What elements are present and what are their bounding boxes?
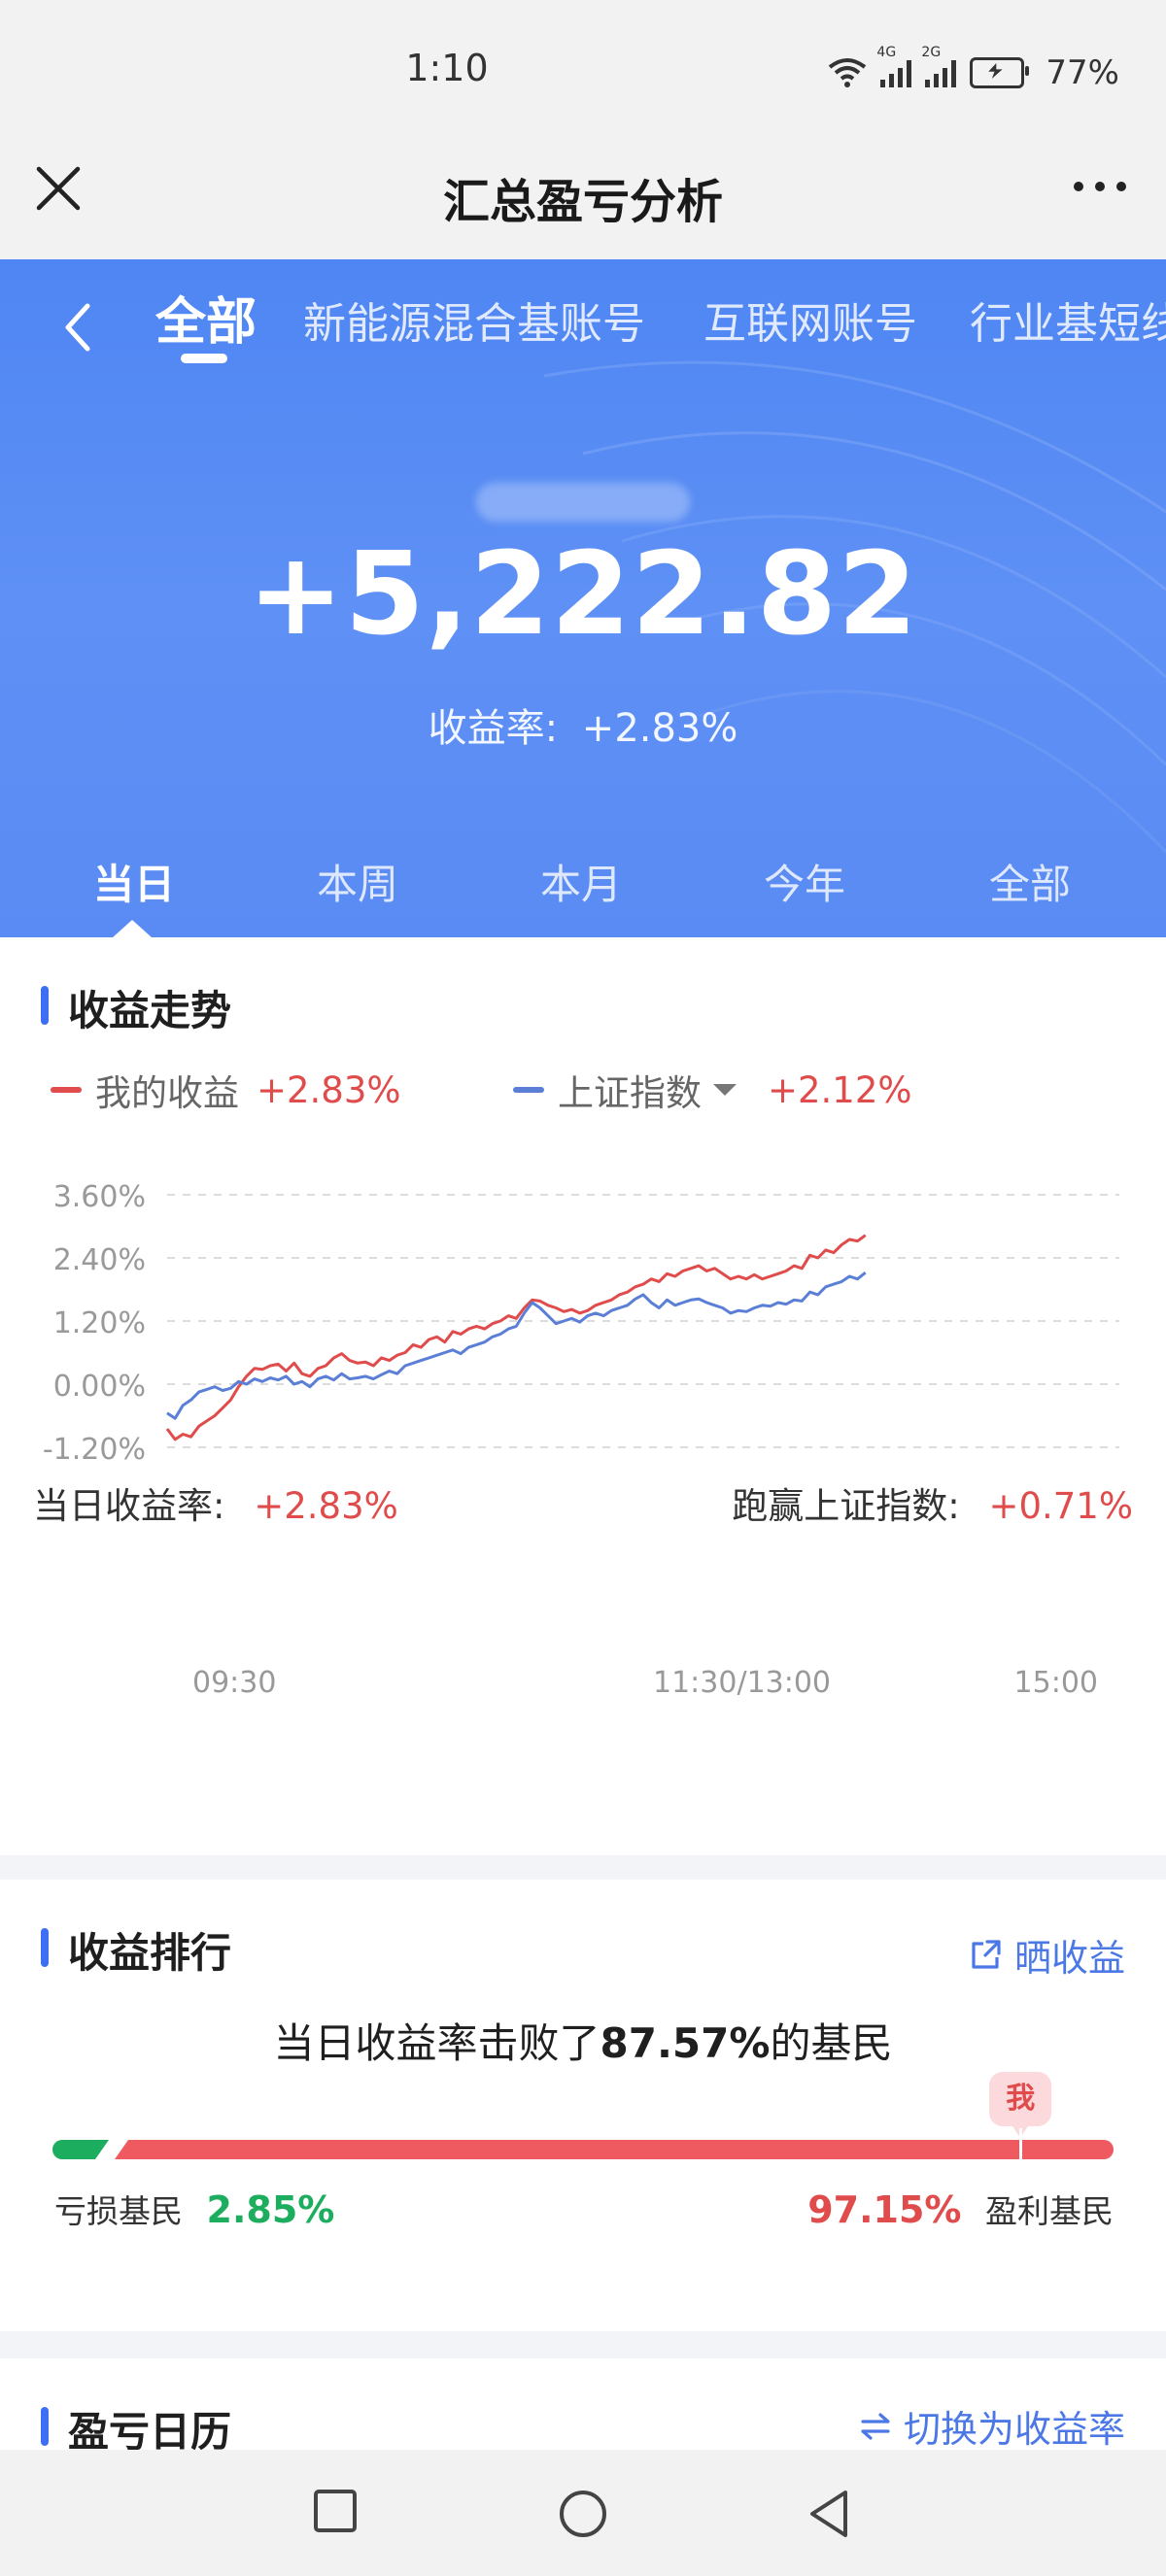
status-icons: 4G 2G 77% <box>828 45 1119 92</box>
share-icon <box>972 1939 1001 1969</box>
day-rate-summary: 当日收益率: +2.83% <box>33 1476 398 1529</box>
trend-card: 收益走势 我的收益 +2.83% 上证指数 +2.12% 3.60% 2.40% 1… <box>0 937 1166 1855</box>
share-profit-label: 晒收益 <box>1013 1937 1125 1980</box>
switch-to-rate-label: 切换为收益率 <box>903 2408 1125 2451</box>
x-tick-label: 11:30/13:00 <box>653 1666 832 1700</box>
nav-bar: 汇总盈亏分析 <box>0 146 1166 259</box>
y-tick-label: 1.20% <box>53 1306 146 1340</box>
account-tab-internet[interactable]: 互联网账号 <box>703 288 917 351</box>
recent-apps-icon[interactable] <box>313 2489 358 2533</box>
back-icon[interactable] <box>806 2489 851 2539</box>
my-position-marker <box>1019 2128 1023 2159</box>
switch-to-rate-link[interactable]: 切换为收益率 <box>859 2399 1125 2453</box>
account-tab-new-energy[interactable]: 新能源混合基账号 <box>303 288 645 351</box>
period-tab-all[interactable]: 全部 <box>952 852 1108 911</box>
total-profit: +5,222.82 <box>247 526 919 661</box>
x-tick-label: 09:30 <box>192 1666 277 1700</box>
ranking-beat-percent: 87.57% <box>600 2019 771 2067</box>
page-title: 汇总盈亏分析 <box>442 175 723 229</box>
beat-index-value: +0.71% <box>988 1485 1133 1527</box>
battery-level: 77% <box>1046 53 1119 92</box>
ranking-headline-suffix: 的基民 <box>770 2019 893 2067</box>
legend-my-profit[interactable]: 我的收益 +2.83% <box>51 1064 401 1116</box>
account-tab-all[interactable]: 全部 <box>155 281 257 354</box>
profit-rate: 收益率: +2.83% <box>0 696 1166 753</box>
legend-index-selector[interactable]: 上证指数 +2.12% <box>513 1064 912 1116</box>
legend-index-value: +2.12% <box>768 1068 912 1111</box>
y-tick-label: 3.60% <box>53 1180 146 1214</box>
legend-swatch-my-profit <box>51 1087 82 1093</box>
period-tab-day[interactable]: 当日 <box>56 852 212 911</box>
signal-icon-1: 4G <box>876 45 912 87</box>
network-type-2: 2G <box>921 45 942 60</box>
legend-my-profit-value: +2.83% <box>257 1068 401 1111</box>
y-tick-label: 2.40% <box>53 1243 146 1277</box>
status-bar: 1:10 4G 2G 77% <box>0 0 1166 146</box>
profit-legend: 97.15% 盈利基民 <box>807 2186 1114 2232</box>
profit-summary-banner: 全部 新能源混合基账号 互联网账号 行业基短线 +5,222.82 收益率: +… <box>0 259 1166 937</box>
network-type-1: 4G <box>876 45 897 60</box>
beat-index-label: 跑赢上证指数: <box>732 1485 960 1527</box>
wifi-icon <box>829 58 867 87</box>
dropdown-caret-icon[interactable] <box>713 1084 737 1096</box>
x-tick-label: 15:00 <box>1013 1666 1098 1700</box>
trend-title: 收益走势 <box>41 978 231 1037</box>
system-nav-bar <box>0 2450 1166 2576</box>
legend-index-name: 上证指数 <box>558 1072 702 1114</box>
home-icon[interactable] <box>558 2489 608 2539</box>
ranking-headline-prefix: 当日收益率击败了 <box>273 2019 600 2067</box>
loss-legend: 亏损基民 2.85% <box>54 2186 334 2232</box>
series-line-index <box>166 1271 867 1420</box>
ranking-headline: 当日收益率击败了87.57%的基民 <box>0 2011 1166 2070</box>
share-profit-link[interactable]: 晒收益 <box>968 1928 1125 1982</box>
profit-label: 盈利基民 <box>985 2192 1114 2230</box>
day-rate-value: +2.83% <box>254 1485 398 1527</box>
beat-index-summary: 跑赢上证指数: +0.71% <box>732 1476 1133 1529</box>
battery-icon <box>970 57 1030 88</box>
period-tab-week[interactable]: 本周 <box>280 852 435 911</box>
ranking-title: 收益排行 <box>41 1920 231 1980</box>
account-tabs: 全部 新能源混合基账号 互联网账号 行业基短线 <box>0 259 1166 386</box>
calendar-card: 盈亏日历 切换为收益率 <box>0 2358 1166 2456</box>
legend-my-profit-name: 我的收益 <box>95 1072 239 1114</box>
my-position-badge: 我 <box>989 2072 1052 2138</box>
day-rate-label: 当日收益率: <box>33 1485 225 1527</box>
y-tick-label: -1.20% <box>43 1433 146 1467</box>
legend-swatch-index <box>513 1087 544 1093</box>
ranking-card: 收益排行 晒收益 当日收益率击败了87.57%的基民 我 亏损基民 2.85% … <box>0 1880 1166 2331</box>
profit-rate-label: 收益率: <box>428 706 559 751</box>
loss-label: 亏损基民 <box>54 2192 183 2230</box>
trend-chart: 3.60% 2.40% 1.20% 0.00% -1.20% <box>43 1180 1119 1467</box>
chevron-left-icon[interactable] <box>58 298 97 356</box>
series-line-my-profit <box>165 1234 867 1441</box>
swap-icon <box>861 2412 890 2440</box>
profit-share-bar <box>112 2140 1114 2159</box>
ranking-bar <box>52 2138 1114 2161</box>
profit-percent: 97.15% <box>807 2188 962 2231</box>
status-time: 1:10 <box>405 47 489 89</box>
period-tab-month[interactable]: 本月 <box>503 852 659 911</box>
profit-rate-value: +2.83% <box>581 706 738 751</box>
signal-icon-2: 2G <box>921 45 957 87</box>
y-tick-label: 0.00% <box>53 1370 146 1404</box>
period-tab-pointer <box>113 920 152 937</box>
account-tab-indicator <box>181 354 227 363</box>
period-tab-year[interactable]: 今年 <box>727 852 882 911</box>
blurred-account-name <box>476 483 690 522</box>
account-tab-industry[interactable]: 行业基短线 <box>970 288 1166 351</box>
more-icon[interactable] <box>1071 177 1129 196</box>
chart-x-axis: 09:30 11:30/13:00 15:00 <box>0 1666 1166 1705</box>
loss-percent: 2.85% <box>206 2188 335 2231</box>
